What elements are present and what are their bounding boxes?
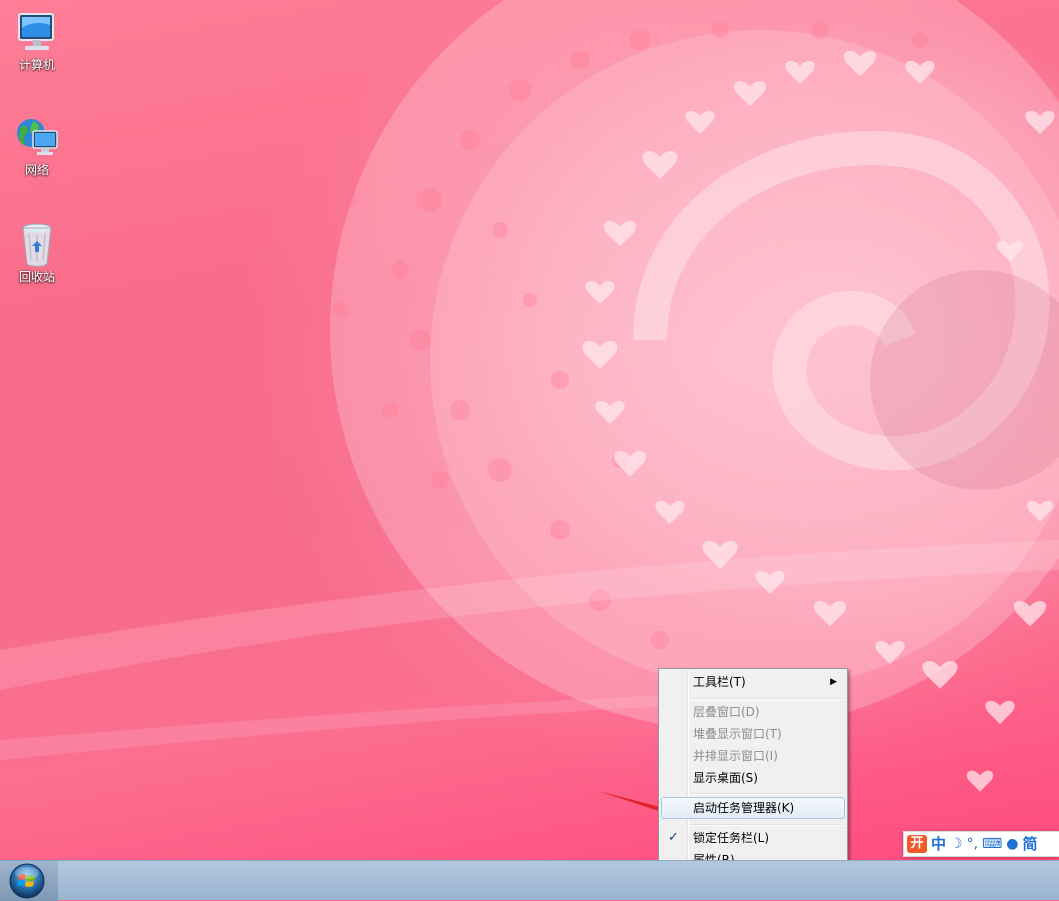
desktop-icon-label: 计算机 [18, 58, 55, 72]
network-icon [17, 119, 58, 155]
taskbar-context-menu: 工具栏(T) ▶ 层叠窗口(D) 堆叠显示窗口(T) 并排显示窗口(I) 显示桌… [658, 668, 848, 874]
desktop-icon-label: 回收站 [18, 270, 55, 284]
menu-item-label: 工具栏(T) [693, 675, 746, 689]
ime-logo-icon[interactable]: 开 [907, 835, 927, 853]
wallpaper-lace-hearts [0, 0, 1059, 792]
start-button[interactable] [0, 861, 58, 901]
ime-script-toggle[interactable]: 简 [1022, 834, 1037, 854]
desktop: 计算机 网络 回收站 [0, 0, 1059, 860]
submenu-arrow-icon: ▶ [830, 677, 837, 687]
menu-item-label: 层叠窗口(D) [693, 705, 760, 719]
ime-language-bar: 开 中 ☽ °, ⌨ ● 简 [903, 831, 1059, 857]
menu-item-toolbars[interactable]: 工具栏(T) ▶ [661, 671, 845, 693]
ime-mode-toggle[interactable]: 中 [931, 834, 946, 854]
desktop-icon-label: 网络 [24, 163, 49, 177]
desktop-icon-network[interactable]: 网络 [5, 113, 69, 177]
desktop-icon-computer[interactable]: 计算机 [5, 8, 69, 72]
computer-icon [18, 13, 54, 50]
menu-separator [689, 793, 843, 795]
menu-item-label: 锁定任务栏(L) [693, 831, 770, 845]
taskbar[interactable] [0, 860, 1059, 901]
menu-item-label: 显示桌面(S) [693, 771, 758, 785]
menu-item-label: 启动任务管理器(K) [693, 801, 795, 815]
checkmark-icon: ✓ [668, 830, 679, 845]
menu-item-cascade-windows[interactable]: 层叠窗口(D) [661, 701, 845, 723]
menu-separator [689, 698, 843, 700]
menu-item-stack-windows[interactable]: 堆叠显示窗口(T) [661, 723, 845, 745]
menu-item-label: 堆叠显示窗口(T) [693, 727, 782, 741]
punctuation-icon[interactable]: °, [967, 834, 978, 854]
half-full-width-icon[interactable]: ☽ [950, 834, 963, 854]
recycle-bin-icon [22, 223, 52, 267]
desktop-icon-recycle-bin[interactable]: 回收站 [5, 220, 69, 284]
soft-keyboard-icon[interactable]: ⌨ [982, 834, 1002, 854]
menu-item-side-by-side-windows[interactable]: 并排显示窗口(I) [661, 745, 845, 767]
menu-item-start-task-manager[interactable]: 启动任务管理器(K) [661, 797, 845, 819]
menu-item-show-desktop[interactable]: 显示桌面(S) [661, 767, 845, 789]
user-icon[interactable]: ● [1006, 834, 1018, 854]
menu-separator [689, 824, 843, 826]
menu-item-lock-taskbar[interactable]: ✓ 锁定任务栏(L) [661, 827, 845, 849]
menu-item-label: 并排显示窗口(I) [693, 749, 778, 763]
windows-logo-icon [9, 863, 45, 899]
